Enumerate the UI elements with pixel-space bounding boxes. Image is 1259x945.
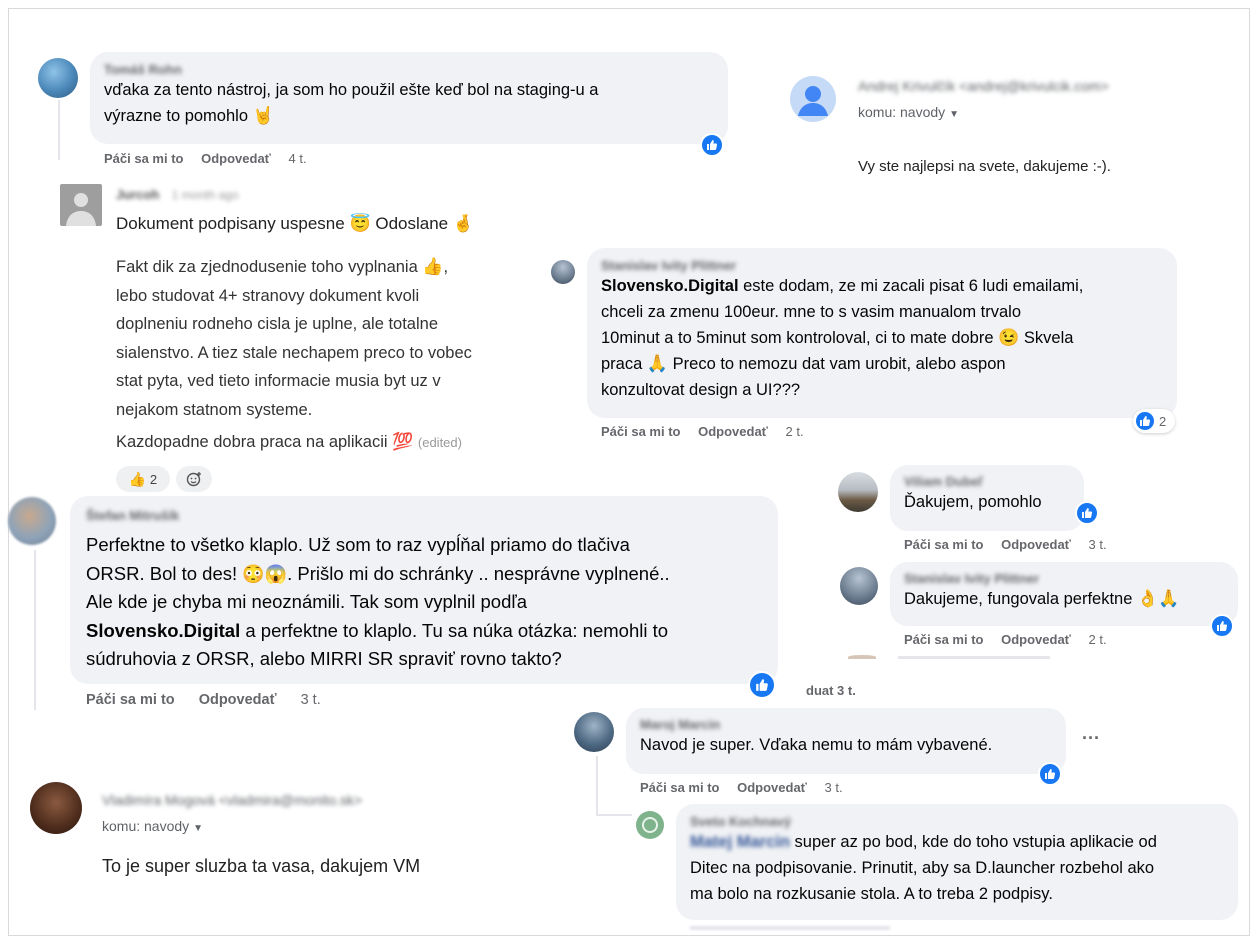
- comment-text: Slovensko.Digital este dodam, ze mi zaca…: [601, 277, 1084, 399]
- like-reaction-icon[interactable]: [700, 133, 724, 157]
- avatar[interactable]: [840, 567, 878, 605]
- reply-button[interactable]: Odpovedať: [1001, 632, 1071, 647]
- email-body: Vy ste najlepsi na svete, dakujeme :-).: [858, 158, 1111, 175]
- like-button[interactable]: Páči sa mi to: [601, 424, 680, 439]
- email-body: To je super sluzba ta vasa, dakujem VM: [102, 856, 421, 876]
- comment-actions: Páči sa mi to Odpovedať 3 t.: [904, 537, 1121, 552]
- comment-bubble: Stanislav Ivity Plittner Dakujeme, fungo…: [890, 562, 1238, 626]
- comment-bubble: Viliam Dubeľ Ďakujem, pomohlo: [890, 465, 1084, 531]
- reaction-count-pill[interactable]: 2: [1133, 409, 1175, 433]
- reply-button[interactable]: Odpovedať: [698, 424, 768, 439]
- comment-author[interactable]: Stanislav Ivity Plittner: [601, 258, 1163, 273]
- thumbs-up-icon: [1135, 411, 1155, 431]
- comment-bubble: Stanislav Ivity Plittner Slovensko.Digit…: [587, 248, 1177, 418]
- like-reaction-icon[interactable]: [1075, 501, 1099, 525]
- comment-bubble: Tomáš Rohn vďaka za tento nástroj, ja so…: [90, 52, 728, 144]
- reaction-pill[interactable]: 👍 2: [116, 466, 170, 492]
- avatar[interactable]: [574, 712, 614, 752]
- comment-author-row: Jurcoh 1 month ago: [116, 186, 239, 204]
- comment-text: Navod je super. Vďaka nemu to mám vybave…: [640, 736, 993, 754]
- comment-bubble: Sveto Kochnavý Matej Marcin super az po …: [676, 804, 1238, 920]
- comment-text: Matej Marcin super az po bod, kde do toh…: [690, 833, 1157, 903]
- mention-link[interactable]: Matej Marcin: [690, 833, 790, 851]
- like-reaction-icon[interactable]: [748, 671, 776, 699]
- cut-off-avatar: [848, 655, 876, 659]
- avatar[interactable]: [8, 497, 56, 545]
- mention-link[interactable]: Slovensko.Digital: [601, 277, 739, 295]
- comment-text: Ďakujem, pomohlo: [904, 493, 1042, 511]
- comment-time: 3 t.: [824, 780, 843, 795]
- like-button[interactable]: Páči sa mi to: [86, 692, 175, 708]
- comment-actions: Páči sa mi to Odpovedať 2 t.: [601, 424, 818, 439]
- comment-bubble: Maroj Marcin Navod je super. Vďaka nemu …: [626, 708, 1066, 774]
- avatar[interactable]: [60, 184, 102, 226]
- comment-author[interactable]: Sveto Kochnavý: [690, 814, 1224, 829]
- mention-link[interactable]: Slovensko.Digital: [86, 620, 240, 641]
- comment-text: Dakujeme, fungovala perfektne 👌🙏: [904, 589, 1180, 608]
- reply-button[interactable]: Odpovedať: [737, 780, 807, 795]
- thread-line: [58, 100, 60, 160]
- comment-time: 2 t.: [785, 424, 804, 439]
- comment-text: Perfektne to všetko klaplo. Už som to ra…: [86, 534, 670, 669]
- like-reaction-icon[interactable]: [1210, 614, 1234, 638]
- comment-actions: Páči sa mi to Odpovedať 3 t.: [640, 780, 857, 795]
- cut-off-divider: [898, 656, 1050, 659]
- like-button[interactable]: Páči sa mi to: [904, 632, 983, 647]
- caret-down-icon: ▼: [949, 109, 959, 120]
- avatar: [30, 782, 82, 834]
- thread-connector: [598, 814, 632, 816]
- reply-button[interactable]: Odpovedať: [1001, 537, 1071, 552]
- add-reaction-icon[interactable]: [176, 466, 212, 492]
- comment-time: 2 t.: [1088, 632, 1107, 647]
- comment-actions: Páči sa mi to Odpovedať 4 t.: [104, 151, 321, 166]
- comment-author[interactable]: Jurcoh: [116, 187, 159, 202]
- comment-time: 3 t.: [1088, 537, 1107, 552]
- thread-line: [34, 550, 36, 710]
- comment-author[interactable]: Štefan Mitrušík: [86, 508, 762, 523]
- email-sender: Vladimíra Mogová <vladmira@monito.sk>: [102, 792, 363, 808]
- avatar[interactable]: [551, 260, 575, 284]
- avatar[interactable]: [838, 472, 878, 512]
- more-options-button[interactable]: ···: [1082, 728, 1100, 749]
- like-button[interactable]: Páči sa mi to: [904, 537, 983, 552]
- caret-down-icon: ▼: [193, 823, 203, 834]
- comment-author[interactable]: Stanislav Ivity Plittner: [904, 571, 1224, 586]
- avatar[interactable]: [636, 811, 664, 839]
- person-icon: [790, 76, 836, 122]
- comment-bubble: Štefan Mitrušík Perfektne to všetko klap…: [70, 496, 778, 684]
- cut-off-actions-bottom: [690, 926, 890, 930]
- comment-time: 4 t.: [288, 151, 307, 166]
- comment-actions: Páči sa mi to Odpovedať 3 t.: [86, 692, 335, 708]
- email-sender: Andrej Krivulčík <andrej@krivulcik.com>: [858, 78, 1109, 94]
- avatar[interactable]: [38, 58, 78, 98]
- comment-text: vďaka za tento nástroj, ja som ho použil…: [104, 81, 599, 125]
- comment-footer-text: Kazdopadne dobra praca na aplikacii 💯 (e…: [116, 432, 462, 451]
- reply-button[interactable]: Odpovedať: [201, 151, 271, 166]
- thread-line: [596, 756, 598, 816]
- comment-paragraph: Fakt dik za zjednodusenie toho vyplnania…: [116, 257, 472, 419]
- email-recipient[interactable]: komu: navody ▼: [858, 104, 959, 120]
- comment-text: Dokument podpisany uspesne 😇 Odoslane 🤞: [116, 214, 475, 233]
- email-recipient[interactable]: komu: navody ▼: [102, 818, 203, 834]
- like-button[interactable]: Páči sa mi to: [104, 151, 183, 166]
- comment-author[interactable]: Viliam Dubeľ: [904, 474, 1070, 489]
- comment-actions: Páči sa mi to Odpovedať 2 t.: [904, 632, 1121, 647]
- reply-button[interactable]: Odpovedať: [199, 692, 277, 708]
- comment-time: 3 t.: [300, 692, 321, 708]
- cut-off-actions: duat 3 t.: [806, 683, 856, 698]
- comment-time: 1 month ago: [171, 188, 239, 202]
- comment-author[interactable]: Maroj Marcin: [640, 717, 1052, 732]
- like-reaction-icon[interactable]: [1038, 762, 1062, 786]
- comment-author[interactable]: Tomáš Rohn: [104, 62, 714, 77]
- like-button[interactable]: Páči sa mi to: [640, 780, 719, 795]
